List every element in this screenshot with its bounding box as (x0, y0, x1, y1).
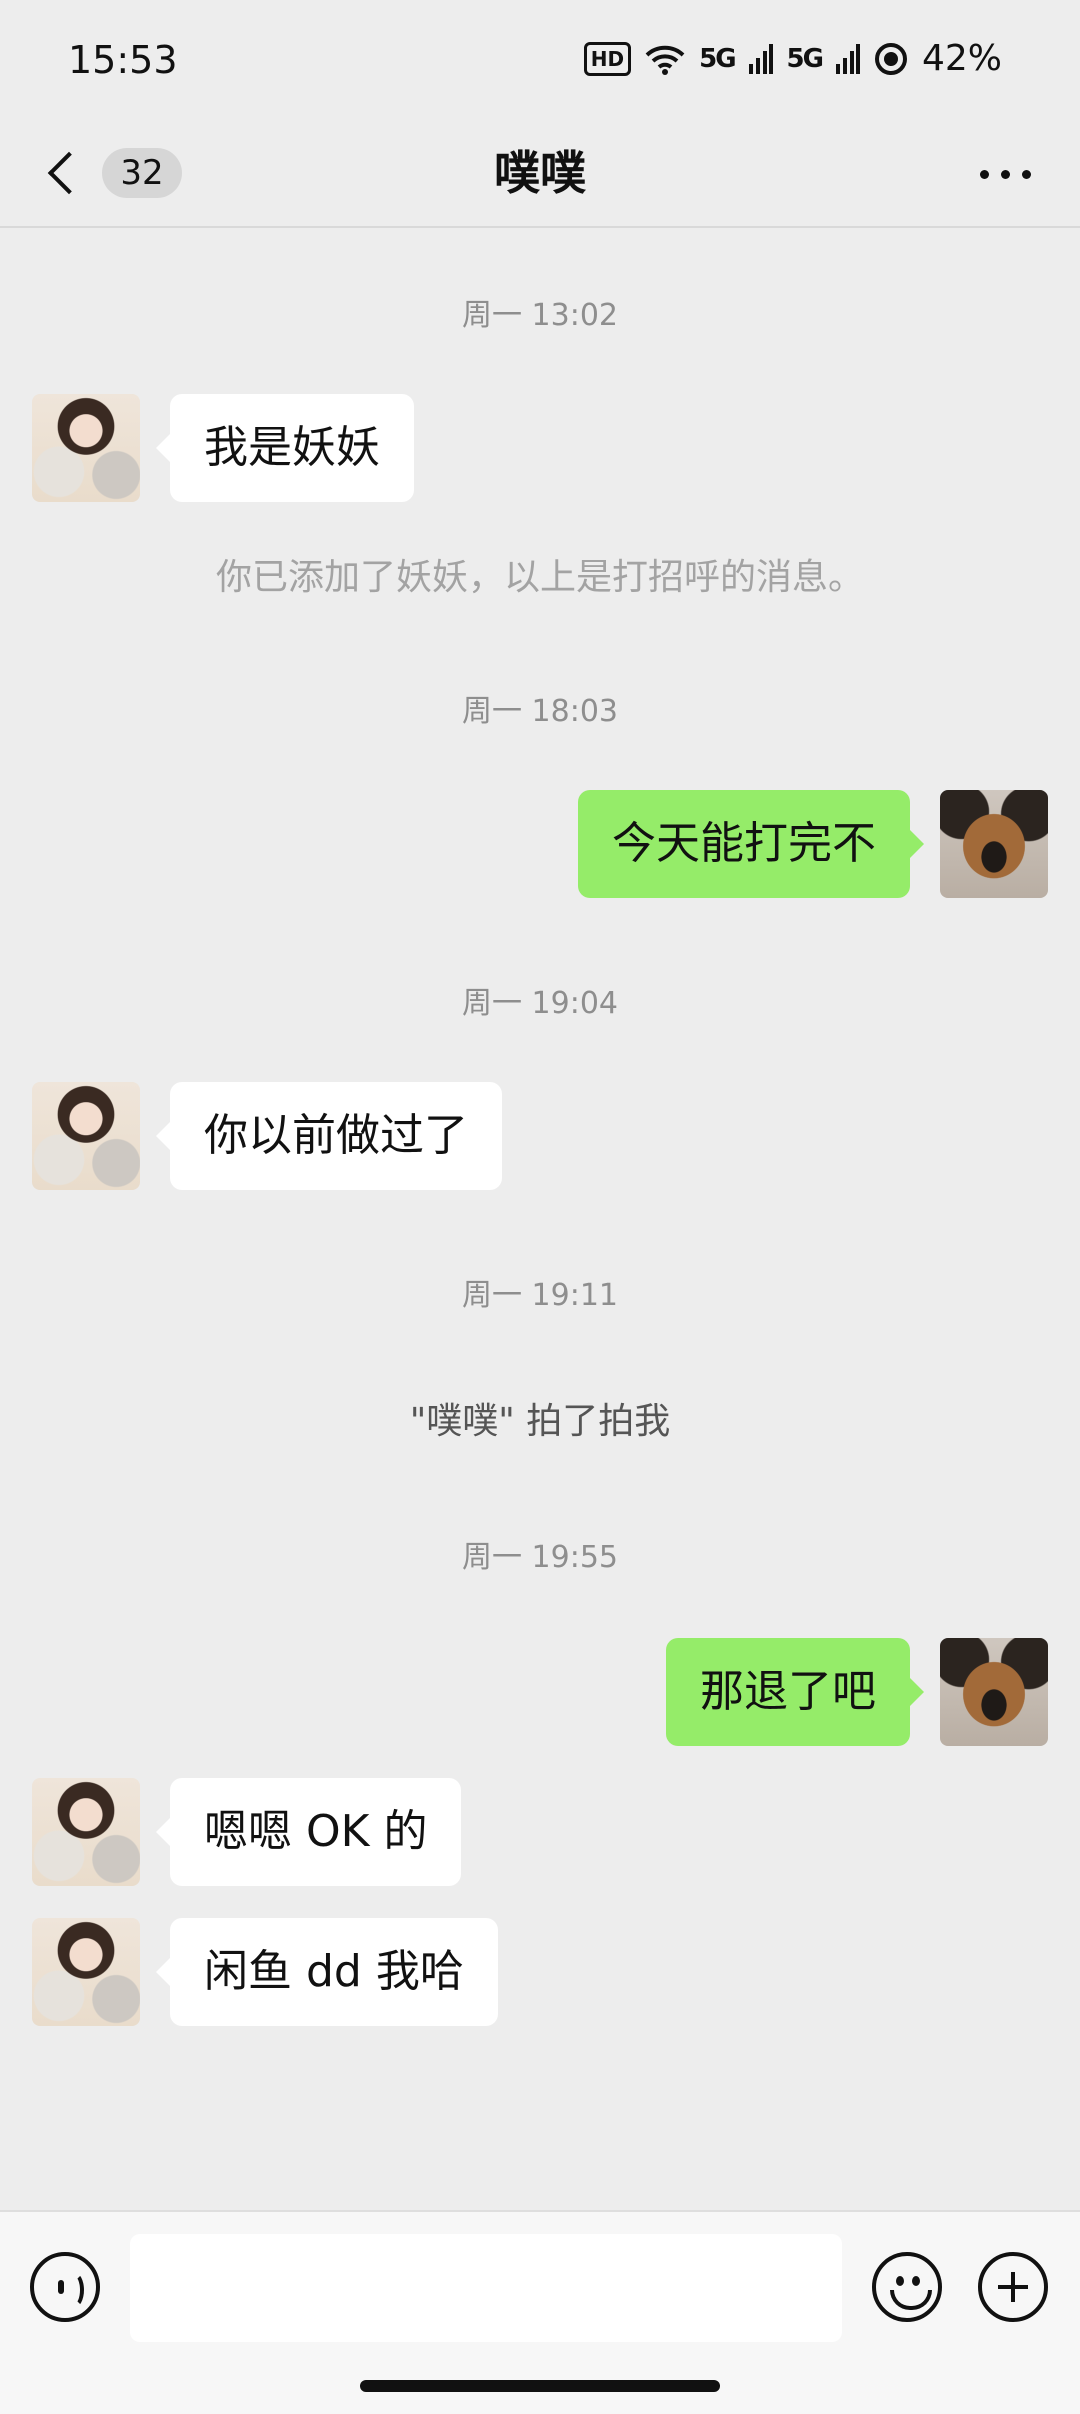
timestamp: 周一 13:02 (462, 298, 618, 333)
signal-5g-icon-2: 5G (786, 43, 824, 74)
signal-5g-icon: 5G (699, 43, 736, 74)
incoming-message[interactable]: 嗯嗯 OK 的 (155, 1778, 462, 1886)
more-dot-icon (1021, 169, 1031, 179)
battery-ring-icon (874, 42, 907, 75)
my-avatar[interactable] (940, 790, 1048, 898)
battery-percent: 42% (921, 38, 1002, 79)
emoji-eye (896, 2276, 904, 2286)
voice-input-icon[interactable] (30, 2252, 100, 2322)
more-dot-icon (1000, 169, 1010, 179)
add-attachment-icon[interactable] (978, 2252, 1048, 2322)
more-dot-icon (979, 169, 989, 179)
system-notice: 你已添加了妖妖，以上是打招呼的消息。 (215, 557, 864, 598)
incoming-message[interactable]: 闲鱼 dd 我哈 (156, 1918, 498, 2026)
contact-avatar[interactable] (32, 394, 140, 502)
signal-bars-icon-2 (835, 43, 860, 74)
my-avatar[interactable] (940, 1638, 1048, 1746)
message-input[interactable] (130, 2234, 842, 2342)
chat-header: 32 噗噗 (0, 120, 1080, 228)
incoming-message[interactable]: 我是妖妖 (156, 394, 414, 502)
more-options-button[interactable] (970, 144, 1040, 204)
contact-avatar[interactable] (32, 1082, 140, 1190)
status-bar: 15:53 HD 5G 5G 42% (0, 0, 1080, 120)
emoji-eye (912, 2276, 920, 2286)
emoji-mouth (890, 2290, 932, 2310)
timestamp: 周一 19:04 (462, 986, 618, 1021)
pat-notice: "噗噗" 拍了拍我 (409, 1401, 671, 1442)
chat-title: 噗噗 (494, 146, 586, 200)
contact-avatar[interactable] (32, 1778, 140, 1886)
contact-avatar[interactable] (32, 1918, 140, 2026)
emoji-icon[interactable] (872, 2252, 942, 2322)
home-indicator[interactable] (360, 2380, 720, 2392)
outgoing-message[interactable]: 今天能打完不 (578, 790, 924, 898)
timestamp: 周一 19:11 (462, 1278, 618, 1313)
signal-bars-icon (748, 43, 773, 74)
hd-icon: HD (583, 41, 632, 76)
status-icons: HD 5G 5G 42% (583, 38, 1002, 79)
status-time: 15:53 (68, 38, 178, 82)
wifi-icon (645, 45, 685, 75)
outgoing-message[interactable]: 那退了吧 (666, 1638, 924, 1746)
timestamp: 周一 19:55 (462, 1540, 618, 1575)
timestamp: 周一 18:03 (462, 694, 618, 729)
incoming-message[interactable]: 你以前做过了 (156, 1082, 502, 1190)
